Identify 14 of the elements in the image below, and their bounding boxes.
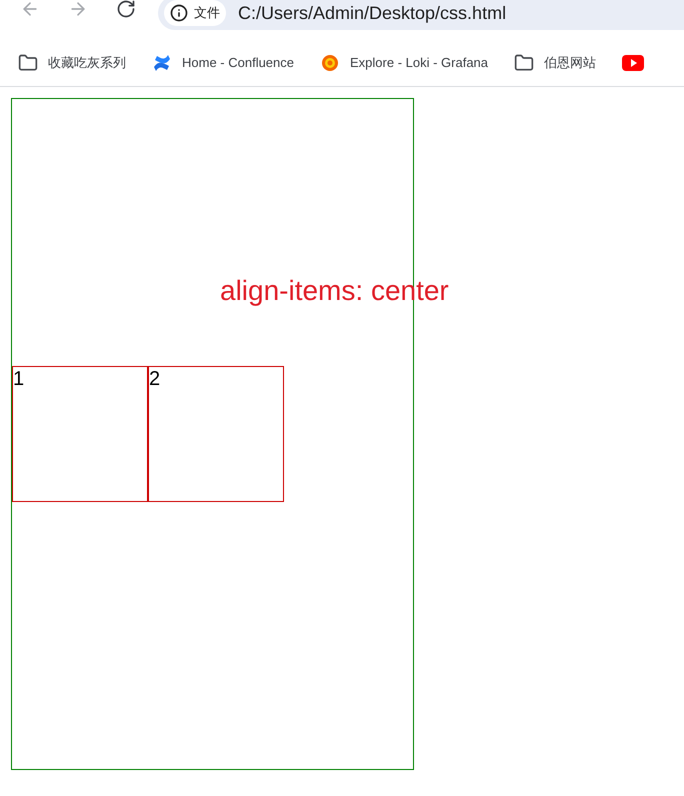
flex-item: 2: [148, 366, 284, 502]
flex-item: 1: [12, 366, 148, 502]
url-text: C:/Users/Admin/Desktop/css.html: [238, 2, 506, 25]
bookmark-item[interactable]: Explore - Loki - Grafana: [320, 53, 488, 73]
bookmark-item[interactable]: 收藏吃灰系列: [18, 53, 126, 73]
info-icon: [170, 4, 188, 22]
play-icon[interactable]: [622, 55, 644, 71]
security-chip[interactable]: 文件: [164, 0, 226, 26]
folder-icon: [18, 53, 38, 73]
bookmark-item[interactable]: Home - Confluence: [152, 53, 294, 73]
confluence-icon: [152, 53, 172, 73]
address-bar[interactable]: 文件 C:/Users/Admin/Desktop/css.html: [158, 0, 684, 30]
bookmark-item[interactable]: 伯恩网站: [514, 53, 596, 73]
folder-icon: [514, 53, 534, 73]
